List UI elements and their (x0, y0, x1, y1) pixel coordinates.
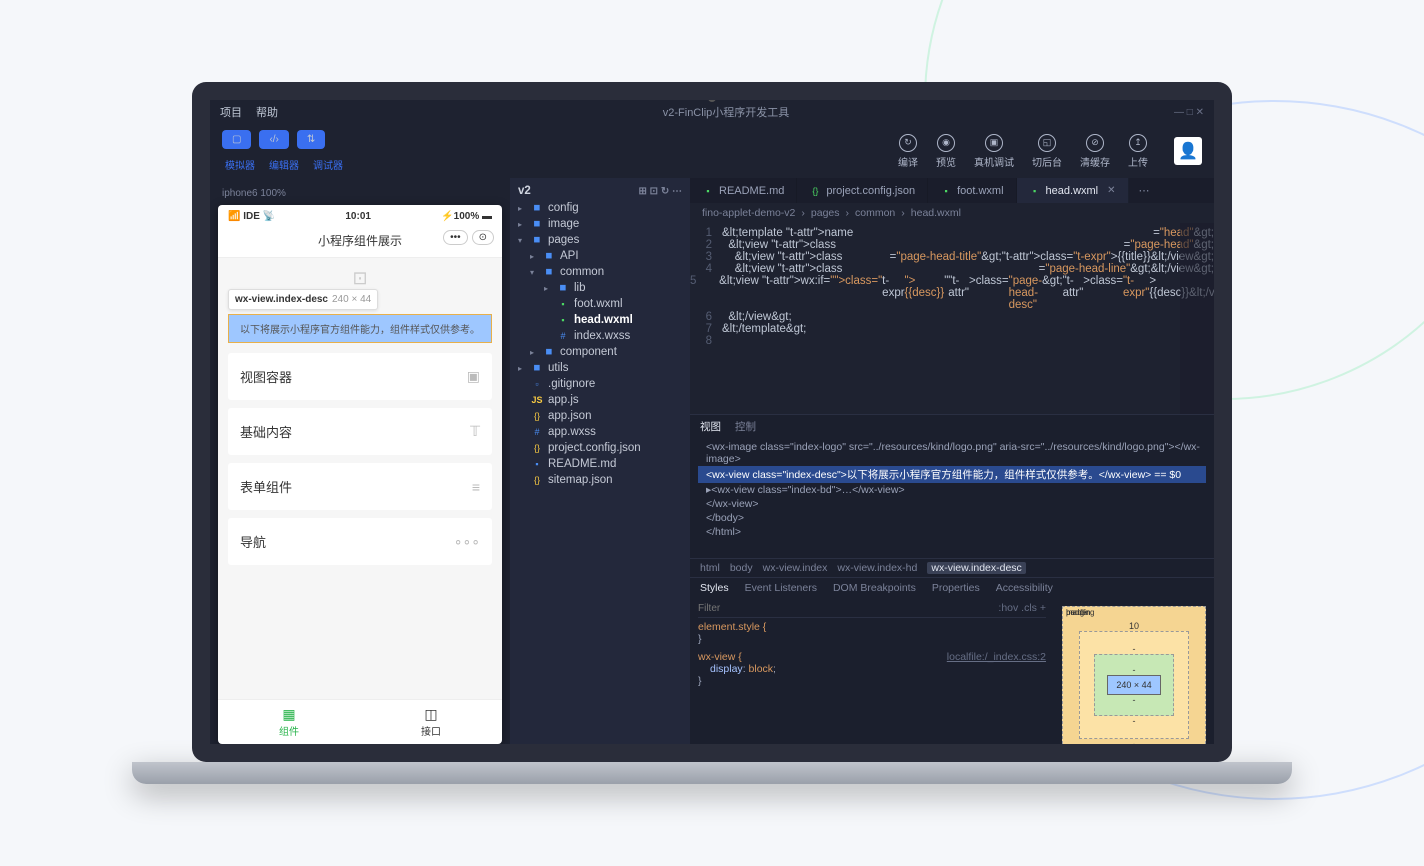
editor-tab[interactable]: ▪head.wxml✕ (1017, 178, 1129, 203)
devtools-subtabs: Styles Event Listeners DOM Breakpoints Prop… (690, 578, 1214, 598)
tree-ops[interactable]: ⊞ ⊡ ↻ ⋯ (639, 186, 682, 197)
elements-panel[interactable]: <wx-image class="index-logo" src="../res… (690, 438, 1214, 558)
elements-breadcrumb: htmlbodywx-view.indexwx-view.index-hdwx-… (690, 558, 1214, 578)
capsule-close[interactable]: ⊙ (472, 230, 494, 245)
card-item[interactable]: 视图容器▣ (228, 353, 492, 400)
editor-tab[interactable]: ▪foot.wxml (928, 178, 1016, 203)
styles-filter-tools[interactable]: :hov .cls + (998, 602, 1046, 614)
card-item[interactable]: 导航∘∘∘ (228, 518, 492, 565)
editor-tab[interactable]: {}project.config.json (797, 178, 928, 203)
laptop-frame: 项目 帮助 v2-FinClip小程序开发工具 — □ ✕ ▢ ‹/› ⇅ 模拟… (192, 82, 1232, 784)
ide-window: 项目 帮助 v2-FinClip小程序开发工具 — □ ✕ ▢ ‹/› ⇅ 模拟… (210, 100, 1214, 744)
devtools-subtab[interactable]: Event Listeners (745, 582, 817, 594)
devtools-subtab[interactable]: Styles (700, 582, 729, 594)
window-controls[interactable]: — □ ✕ (1174, 107, 1204, 118)
breadcrumb: fino-applet-demo-v2›pages›common›head.wx… (690, 203, 1214, 223)
element-node[interactable]: </html> (698, 525, 1206, 539)
element-node[interactable]: <wx-view class="index-desc">以下将展示小程序官方组件… (698, 466, 1206, 483)
tree-item[interactable]: ▸■utils (510, 360, 690, 376)
devtools-subtab[interactable]: DOM Breakpoints (833, 582, 916, 594)
action-remote[interactable]: ▣真机调试 (974, 134, 1014, 169)
inspect-tooltip: wx-view.index-desc240 × 44 (228, 289, 378, 310)
dt-tab-view[interactable]: 视图 (700, 419, 721, 434)
action-compile[interactable]: ↻编译 (898, 134, 918, 169)
tree-item[interactable]: ▸■image (510, 216, 690, 232)
capsule-menu[interactable]: ••• (443, 230, 468, 245)
file-explorer: v2 ⊞ ⊡ ↻ ⋯ ▸■config▸■image▾■pages▸■API▾■… (510, 178, 690, 744)
editor-tab[interactable]: ▪README.md (690, 178, 797, 203)
tree-item[interactable]: ▪README.md (510, 456, 690, 472)
tabbar-components[interactable]: ▦组件 (218, 700, 360, 744)
element-node[interactable]: ▸<wx-view class="index-bd">…</wx-view> (698, 483, 1206, 497)
tree-item[interactable]: JSapp.js (510, 392, 690, 408)
tree-item[interactable]: ▸■component (510, 344, 690, 360)
tree-item[interactable]: ▪foot.wxml (510, 296, 690, 312)
editor-tabs: ▪README.md{}project.config.json▪foot.wxm… (690, 178, 1214, 203)
window-title: v2-FinClip小程序开发工具 (292, 104, 1160, 120)
menubar: 项目 帮助 v2-FinClip小程序开发工具 — □ ✕ (210, 100, 1214, 124)
action-background[interactable]: ◱切后台 (1032, 134, 1062, 169)
tree-item[interactable]: ▸■config (510, 200, 690, 216)
dt-tab-console[interactable]: 控制 (735, 419, 756, 434)
element-node[interactable]: </wx-view> (698, 497, 1206, 511)
inspect-highlight: 以下将展示小程序官方组件能力，组件样式仅供参考。 (228, 314, 492, 343)
card-item[interactable]: 表单组件≡ (228, 463, 492, 510)
tree-item[interactable]: ▫.gitignore (510, 376, 690, 392)
element-node[interactable]: </body> (698, 511, 1206, 525)
tree-item[interactable]: {}sitemap.json (510, 472, 690, 488)
tree-item[interactable]: ▾■pages (510, 232, 690, 248)
action-upload[interactable]: ↥上传 (1128, 134, 1148, 169)
status-battery: ⚡100% ▬ (441, 211, 492, 222)
toolbar: ▢ ‹/› ⇅ 模拟器 编辑器 调试器 ↻编译 ◉预览 ▣真机调试 ◱切后台 (210, 124, 1214, 178)
tabs-overflow[interactable]: ⋯ (1129, 178, 1160, 203)
tree-item[interactable]: ▸■lib (510, 280, 690, 296)
minimap[interactable] (1180, 223, 1214, 414)
tree-item[interactable]: #app.wxss (510, 424, 690, 440)
simulator-panel: iphone6 100% 📶 IDE 📡 10:01 ⚡100% ▬ 小程序组件… (210, 178, 510, 744)
tree-item[interactable]: {}app.json (510, 408, 690, 424)
status-carrier: 📶 IDE 📡 (228, 211, 275, 222)
tree-item[interactable]: #index.wxss (510, 328, 690, 344)
device-info: iphone6 100% (218, 186, 502, 205)
tab-debugger[interactable]: ⇅ (297, 130, 325, 149)
devtools-subtab[interactable]: Properties (932, 582, 980, 594)
tab-simulator[interactable]: ▢ (222, 130, 251, 149)
tree-item[interactable]: {}project.config.json (510, 440, 690, 456)
menu-project[interactable]: 项目 (220, 104, 242, 120)
action-clear[interactable]: ⊘清缓存 (1080, 134, 1110, 169)
element-node[interactable]: <wx-image class="index-logo" src="../res… (698, 440, 1206, 466)
tabbar-api[interactable]: ◫接口 (360, 700, 502, 744)
devtools: 视图 控制 <wx-image class="index-logo" src="… (690, 414, 1214, 744)
tree-item[interactable]: ▾■common (510, 264, 690, 280)
box-model: margin10 border- padding- 240 × 44 - - - (1054, 598, 1214, 744)
tree-item[interactable]: ▪head.wxml (510, 312, 690, 328)
status-time: 10:01 (345, 211, 371, 222)
tree-item[interactable]: ▸■API (510, 248, 690, 264)
action-preview[interactable]: ◉预览 (936, 134, 956, 169)
styles-filter[interactable] (698, 602, 998, 614)
devtools-subtab[interactable]: Accessibility (996, 582, 1053, 594)
styles-panel[interactable]: :hov .cls + element.style {}</span><span… (690, 598, 1054, 744)
code-editor[interactable]: 1&lt;template "t-attr">name="head"&gt;2 … (690, 223, 1214, 414)
tree-root[interactable]: v2 (518, 185, 531, 197)
nav-title: 小程序组件展示 (318, 234, 402, 248)
avatar[interactable]: 👤 (1174, 137, 1202, 165)
phone-frame: 📶 IDE 📡 10:01 ⚡100% ▬ 小程序组件展示 •••⊙ ⊡ wx-… (218, 205, 502, 744)
menu-help[interactable]: 帮助 (256, 104, 278, 120)
tab-editor[interactable]: ‹/› (259, 130, 288, 149)
card-item[interactable]: 基础内容𝕋 (228, 408, 492, 455)
